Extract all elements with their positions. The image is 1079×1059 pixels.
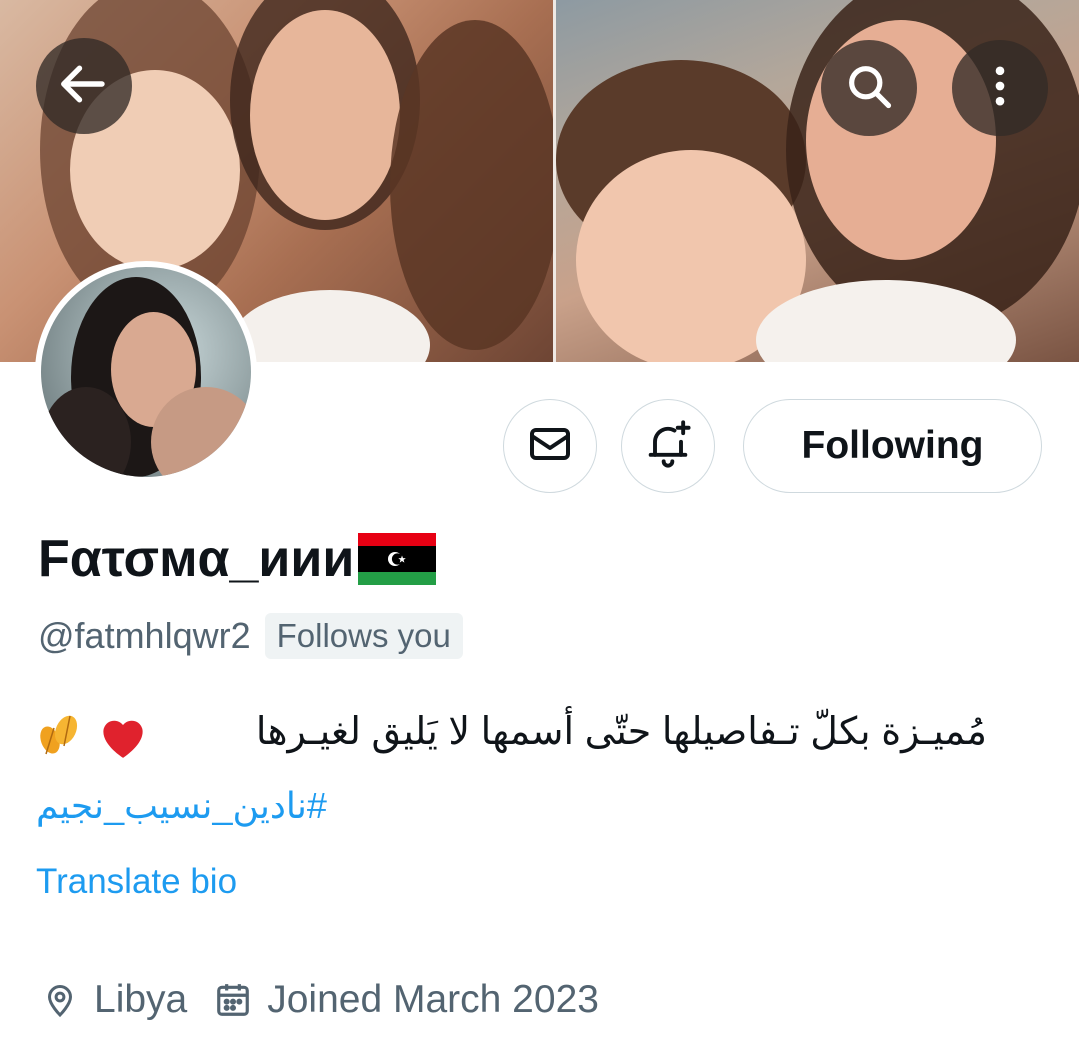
handle-row: @fatmhlqwr2 Follows you [38,610,463,662]
arrow-left-icon [57,57,111,116]
bell-plus-icon [642,418,694,475]
profile-meta: Libya Joined March 2023 [38,972,599,1028]
message-button[interactable] [503,399,597,493]
bio-emojis [36,710,164,758]
bio-text: مُميـزة بكلّ تـفاصيلها حتّى أسمها لا يَل… [255,711,987,753]
more-options-button[interactable] [952,40,1048,136]
calendar-icon [211,978,255,1022]
location-pin-icon [38,978,82,1022]
avatar[interactable] [41,267,251,477]
envelope-icon [526,420,574,473]
user-handle: @fatmhlqwr2 [38,615,251,656]
bio-hashtag-link[interactable]: #نادين_نسيب_نجيم [36,778,376,834]
follows-you-badge: Follows you [264,613,463,659]
avatar-ring[interactable] [35,261,257,483]
location-text: Libya [94,978,188,1021]
display-name: Fατσмα_иии [38,524,437,594]
following-button[interactable]: Following [743,399,1042,493]
joined-date-text: Joined March 2023 [267,978,599,1021]
back-button[interactable] [36,38,132,134]
libya-flag-icon [358,533,437,585]
more-vertical-icon [974,60,1026,117]
display-name-text: Fατσмα_иии [38,530,355,588]
search-icon [843,60,895,117]
search-button[interactable] [821,40,917,136]
translate-bio-link[interactable]: Translate bio [36,858,237,906]
following-label: Following [801,424,984,467]
notifications-button[interactable] [621,399,715,493]
